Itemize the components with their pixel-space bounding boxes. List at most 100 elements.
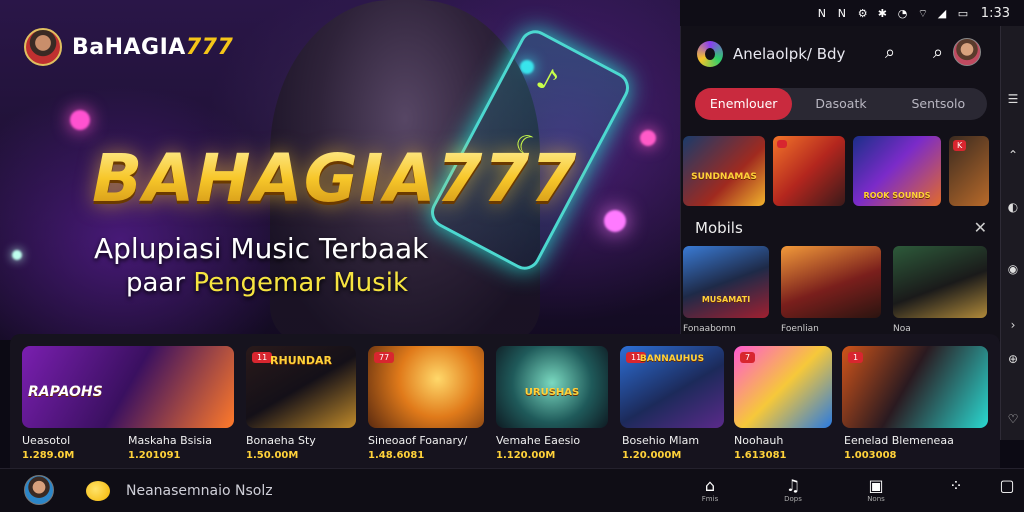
clock: 1:33 xyxy=(980,5,1010,21)
album-tag: MUSAMATI xyxy=(701,295,751,304)
album-tile[interactable]: MUSAMATI Fonaabomn xyxy=(683,246,769,334)
hero-banner[interactable]: ♪ ☾ BaHAGIA777 BAHAGIA777 Aplupiasi Musi… xyxy=(0,0,680,340)
battery-icon: ▭ xyxy=(957,6,969,20)
menu-icon[interactable]: ☰ xyxy=(1005,92,1021,106)
music-icon: ♫ xyxy=(785,476,801,495)
hero-subtitle-line2: paar Pengemar Musik xyxy=(126,268,409,298)
chevron-up-icon[interactable]: ⌃ xyxy=(1005,148,1021,162)
chat-icon: ▢ xyxy=(999,476,1015,495)
side-nav-strip: ☰ ⌃ ◐ ◉ › ⊕ ♡ xyxy=(1000,26,1024,440)
nav-home[interactable]: ⌂ Fmis xyxy=(690,476,730,504)
light-orb xyxy=(12,250,22,260)
nav-label: Fmis xyxy=(701,495,719,503)
profile-avatar[interactable] xyxy=(953,38,981,66)
card-badge: 7 xyxy=(740,352,756,363)
light-orb xyxy=(640,130,656,146)
now-playing-text: Neanasemnaio Nsolz xyxy=(126,483,273,499)
status-bar: N N ⚙ ✱ ◔ ⌔ ◢ ▭ 1:33 xyxy=(680,0,1024,26)
card-badge: 1 xyxy=(848,352,864,363)
home-icon: ⌂ xyxy=(704,476,716,495)
wifi-icon: ◔ xyxy=(897,6,908,20)
card-tag: RHUNDAR xyxy=(270,354,332,367)
card-value: 1.120.00M xyxy=(496,450,556,461)
close-icon[interactable]: ✕ xyxy=(974,218,987,237)
chevron-icon[interactable]: › xyxy=(1005,318,1021,332)
tile-caption: Fonaabomn xyxy=(683,324,736,334)
carousel-card[interactable]: 11 BANNAUHUS xyxy=(620,346,724,428)
card-value: 1.201091 xyxy=(128,450,181,461)
card-title: Sineoaof Foanary/ xyxy=(368,434,468,447)
album-tile[interactable]: Noa xyxy=(893,246,987,334)
carousel-card[interactable]: 1 xyxy=(842,346,988,428)
heart-icon[interactable]: ♡ xyxy=(1005,412,1021,426)
check-circle-icon[interactable]: ◐ xyxy=(1005,200,1021,214)
tab-sentsolo[interactable]: Sentsolo xyxy=(890,88,987,120)
card-value: 1.48.6081 xyxy=(368,450,425,461)
card-badge: 77 xyxy=(374,352,395,363)
nfc-icon: N xyxy=(837,6,847,20)
music-note-icon: ♪ xyxy=(530,60,564,101)
carousel-card[interactable]: 77 xyxy=(368,346,484,428)
search-icon[interactable]: ⌕ xyxy=(927,42,949,64)
app-logo-icon xyxy=(697,41,723,67)
card-title: Eenelad Blemeneaa xyxy=(844,434,954,447)
carousel-card[interactable]: URUSHAS xyxy=(496,346,608,428)
card-title: Maskaha Bsisia xyxy=(128,434,212,447)
tab-bar: Enemlouer Dasoatk Sentsolo xyxy=(695,88,987,120)
brand-avatar xyxy=(24,28,62,66)
settings-icon: ⚙ xyxy=(857,6,868,20)
card-tag: URUSHAS xyxy=(524,387,580,398)
album-tile[interactable]: SUNDNAMAS xyxy=(683,136,765,206)
album-tile[interactable]: K xyxy=(949,136,989,206)
nav-chat[interactable]: ▢ xyxy=(990,477,1024,495)
nav-more[interactable]: ⁘ xyxy=(936,477,976,495)
mobile-row: MUSAMATI Fonaabomn Foenlian Noa xyxy=(683,246,989,334)
user-avatar[interactable] xyxy=(24,475,54,505)
app-root: ♪ ☾ BaHAGIA777 BAHAGIA777 Aplupiasi Musi… xyxy=(0,0,1024,512)
coin-icon[interactable] xyxy=(86,481,110,501)
light-orb xyxy=(604,210,626,232)
nav-library[interactable]: ▣ Nons xyxy=(856,477,896,504)
featured-carousel: RAPAOHS Ueasotol 1.289.0M Maskaha Bsisia… xyxy=(10,334,1000,468)
add-circle-icon[interactable]: ⊕ xyxy=(1005,352,1021,366)
app-bar: Anelaolpk/ Bdy ⌕ ⌕ xyxy=(681,34,1001,74)
album-tile[interactable]: Foenlian xyxy=(781,246,881,334)
nav-label: Dops xyxy=(784,495,802,503)
search-icon[interactable]: ⌕ xyxy=(879,42,901,64)
app-title: Anelaolpk/ Bdy xyxy=(733,45,846,63)
location-icon[interactable]: ◉ xyxy=(1005,262,1021,276)
nav-music[interactable]: ♫ Dops xyxy=(773,476,813,504)
album-tile[interactable]: ROOK SOUNDS xyxy=(853,136,941,206)
album-row: SUNDNAMAS ROOK SOUNDS K xyxy=(683,136,989,206)
tab-enemlouer[interactable]: Enemlouer xyxy=(695,88,793,120)
carousel-card[interactable]: RAPAOHS xyxy=(22,346,234,428)
bluetooth-icon: ✱ xyxy=(877,6,888,20)
light-orb xyxy=(70,110,90,130)
card-title: Noohauh xyxy=(734,434,784,447)
card-title: Bonaeha Sty xyxy=(246,434,316,447)
hero-subtitle-line1: Aplupiasi Music Terbaak xyxy=(94,232,429,265)
card-tag: RAPAOHS xyxy=(28,384,103,400)
card-title: Bosehio Mlam xyxy=(622,434,700,447)
brand[interactable]: BaHAGIA777 xyxy=(24,28,233,66)
app-panel: Anelaolpk/ Bdy ⌕ ⌕ Enemlouer Dasoatk Sen… xyxy=(680,26,1000,340)
wifi-signal-icon: ⌔ xyxy=(917,6,929,20)
hero-title: BAHAGIA777 xyxy=(92,140,578,217)
carousel-card[interactable]: 7 xyxy=(734,346,832,428)
album-tile[interactable] xyxy=(773,136,845,206)
bottom-bar: Neanasemnaio Nsolz ⌂ Fmis ♫ Dops ▣ Nons … xyxy=(0,468,1024,512)
carousel-card[interactable]: 11 RHUNDAR xyxy=(246,346,356,428)
section-title: Mobils xyxy=(695,218,743,237)
album-badge: K xyxy=(953,140,967,151)
card-title: Ueasotol xyxy=(22,434,71,447)
card-tag: BANNAUHUS xyxy=(639,354,705,364)
card-value: 1.613081 xyxy=(734,450,787,461)
tile-caption: Foenlian xyxy=(781,324,819,334)
brand-logo: BaHAGIA777 xyxy=(72,34,234,60)
nfc-icon: N xyxy=(817,6,827,20)
more-icon: ⁘ xyxy=(949,476,963,495)
card-value: 1.289.0M xyxy=(22,450,75,461)
tab-dasoatk[interactable]: Dasoatk xyxy=(792,88,889,120)
album-tag: SUNDNAMAS xyxy=(691,172,757,182)
album-tag: ROOK SOUNDS xyxy=(863,191,931,200)
